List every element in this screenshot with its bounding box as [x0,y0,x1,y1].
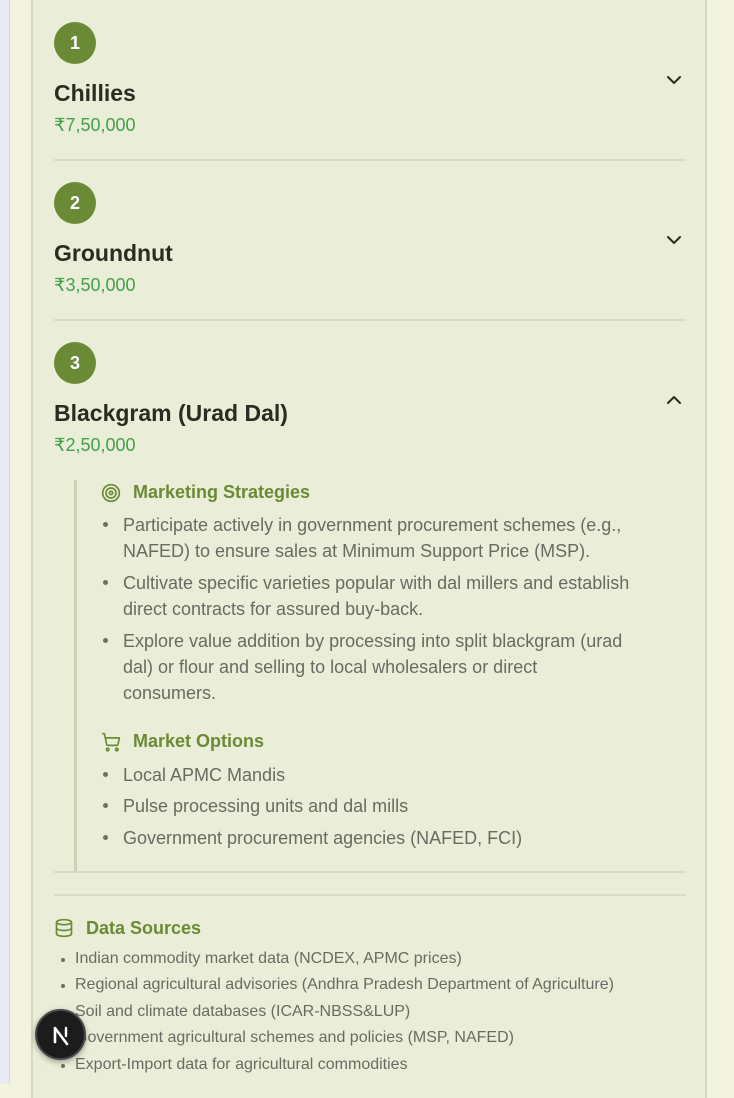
crop-name: Groundnut [54,240,173,266]
nextjs-logo-icon [53,1026,68,1045]
list-item: Cultivate specific varieties popular wit… [123,573,630,619]
sidebar-edge [0,0,9,1084]
list-item: Pulse processing units and dal mills [123,796,409,816]
divider [54,894,686,896]
list-item: Local APMC Mandis [123,765,286,785]
rank-badge: 1 [54,22,96,64]
data-source-item: Export-Import data for agricultural comm… [75,1056,408,1073]
bullet [103,835,108,840]
bullet [103,522,108,527]
bullet [103,580,108,585]
crop-value: ₹3,50,000 [54,275,136,295]
bullet [61,1064,65,1068]
crop-item-groundnut[interactable]: 2 Groundnut ₹3,50,000 [54,182,686,302]
chevron-down-icon[interactable] [662,68,686,92]
database-icon [55,918,73,938]
target-icon [101,483,121,502]
data-sources-heading: Data Sources [54,917,201,939]
chevron-down-icon[interactable] [662,228,686,252]
list-item: Participate actively in government procu… [123,515,622,561]
crop-details: Marketing Strategies Participate activel… [74,480,686,872]
data-source-item: Soil and climate databases (ICAR-NBSS&LU… [75,1003,411,1020]
sidebar-edge-border [9,0,10,1084]
section-title-text: Data Sources [86,917,202,938]
bullet [61,984,65,988]
rank-badge: 3 [54,342,96,384]
divider [54,871,686,873]
bullet [103,803,108,808]
section-title-text: Market Options [133,731,265,751]
list-item: Explore value addition by processing int… [123,631,623,703]
crop-value: ₹2,50,000 [54,435,136,455]
data-source-item: Indian commodity market data (NCDEX, APM… [75,950,462,967]
bullet [61,958,65,962]
dev-tools-button[interactable] [35,1009,86,1060]
data-source-item: Government agricultural schemes and poli… [75,1029,514,1046]
crop-value: ₹7,50,000 [54,115,136,135]
rank-badge: 2 [54,182,96,224]
chevron-up-icon[interactable] [662,388,686,412]
list-item: Government procurement agencies (NAFED, … [123,828,523,848]
bullet [103,772,108,777]
bullet [103,638,108,643]
section-title-text: Marketing Strategies [133,482,311,502]
divider [54,319,686,321]
crop-name: Blackgram (Urad Dal) [54,400,288,426]
crop-item-chillies[interactable]: 1 Chillies ₹7,50,000 [54,22,686,142]
market-options-heading: Market Options [101,731,264,752]
divider [54,159,686,161]
data-source-item: Regional agricultural advisories (Andhra… [75,976,614,993]
crop-name: Chillies [54,80,136,106]
cart-icon [101,732,121,752]
crop-item-blackgram[interactable]: 3 Blackgram (Urad Dal) ₹2,50,000 [54,342,686,462]
marketing-strategies-heading: Marketing Strategies [101,482,310,503]
